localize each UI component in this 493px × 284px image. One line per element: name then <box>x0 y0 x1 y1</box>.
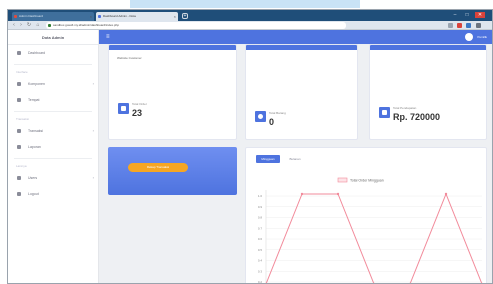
sidebar-brand[interactable]: Dota Admin <box>8 30 98 45</box>
close-window-icon[interactable]: ✕ <box>475 12 485 18</box>
tab-mingguan[interactable]: Mingguan <box>256 155 280 163</box>
map-icon <box>17 98 21 102</box>
box-icon <box>255 111 266 122</box>
sidebar-item-tempat[interactable]: Tempat <box>8 92 98 108</box>
order-line-chart: Total Order Mingguan 1.0 0.9 0.8 0.7 0.6 0.5 0.… <box>258 177 483 284</box>
cart-icon <box>118 103 129 114</box>
sidebar-heading: Transaksi <box>16 117 29 121</box>
favicon-icon <box>98 15 101 18</box>
y-tick-label: 0.6 <box>258 237 263 241</box>
y-tick-label: 0.9 <box>258 205 263 209</box>
data-point <box>336 192 340 196</box>
tab-label: Dashboard Admin - Dota <box>103 14 136 18</box>
card-accent <box>109 45 236 50</box>
tab-label: Admin Dashboard <box>19 14 44 18</box>
close-tab-icon[interactable]: × <box>174 12 176 21</box>
y-tick-label: 0.8 <box>258 216 263 220</box>
stat-card-pendapatan: Total Pendapatan Rp. 720000 <box>369 44 487 140</box>
screenshot-caption <box>130 0 360 8</box>
sidebar-heading: Interface <box>16 70 28 74</box>
home-icon[interactable]: ⌂ <box>35 22 41 28</box>
sidebar-item-logout[interactable]: Logout <box>8 186 98 202</box>
stat-value: Rp. 720000 <box>393 112 441 122</box>
chart-card: Mingguan Bulanan Total Order Mingguan 1.0… <box>245 147 487 284</box>
sidebar-item-label: Users <box>28 176 38 180</box>
maximize-icon[interactable]: □ <box>462 12 472 18</box>
stat-label: Total Barang <box>269 111 286 115</box>
stat-card-barang: Total Barang 0 <box>245 44 358 140</box>
browser-tab[interactable]: Admin Dashboard × <box>12 12 94 21</box>
sidebar-item-label: Transaksi <box>28 129 44 133</box>
browser-window: Admin Dashboard × Dashboard Admin - Dota… <box>7 9 493 284</box>
sidebar-item-label: Tempat <box>28 98 40 102</box>
data-point <box>300 192 304 196</box>
chevron-right-icon: › <box>92 81 94 86</box>
data-point <box>444 192 448 196</box>
dollar-icon <box>379 107 390 118</box>
app-topbar: ≡ Pemilik <box>99 30 492 44</box>
avatar[interactable] <box>465 33 473 41</box>
extension-icon[interactable] <box>466 23 471 28</box>
rekap-button[interactable]: Rekap Transaksi <box>128 163 188 172</box>
sidebar-item-label: Dashboard <box>28 51 46 55</box>
chevron-right-icon: › <box>92 175 94 180</box>
sidebar-item-label: Komponen <box>28 82 45 86</box>
chevron-right-icon: › <box>92 128 94 133</box>
legend-swatch <box>337 177 348 183</box>
sidebar-item-label: Laporan <box>28 145 41 149</box>
sidebar-item-dashboard[interactable]: Dashboard <box>8 45 98 61</box>
star-icon[interactable] <box>448 23 453 28</box>
exchange-icon <box>17 129 21 133</box>
sidebar-item-label: Logout <box>28 192 39 196</box>
close-tab-icon[interactable]: × <box>90 12 92 21</box>
favicon-icon <box>14 15 17 18</box>
stat-label: Total Order <box>132 102 147 106</box>
browser-tab-active[interactable]: Dashboard Admin - Dota × <box>96 12 178 21</box>
extension-icon[interactable] <box>457 23 462 28</box>
sidebar-heading: Lainnya <box>16 164 27 168</box>
promo-card: Rekap Transaksi <box>108 147 237 195</box>
minimize-icon[interactable]: – <box>450 12 460 18</box>
y-tick-label: 0.4 <box>258 259 263 263</box>
sidebar: Dota Admin Dashboard Interface Komponen … <box>8 30 99 283</box>
y-tick-label: 0.7 <box>258 226 263 230</box>
card-accent <box>370 45 486 50</box>
stat-card-order: Website Customer Total Order 23 <box>108 44 237 140</box>
y-tick-label: 0.3 <box>258 269 263 273</box>
new-tab-button[interactable]: + <box>182 13 188 19</box>
tab-bulanan[interactable]: Bulanan <box>283 155 307 163</box>
legend-label: Total Order Mingguan <box>350 179 384 183</box>
card-accent <box>246 45 357 50</box>
sidebar-item-transaksi[interactable]: Transaksi › <box>8 123 98 139</box>
reload-icon[interactable]: ↻ <box>26 22 32 28</box>
cog-icon <box>17 82 21 86</box>
user-name[interactable]: Pemilik <box>477 35 487 39</box>
forward-icon[interactable]: › <box>18 22 24 28</box>
tab-bar: Admin Dashboard × Dashboard Admin - Dota… <box>8 10 492 21</box>
lock-icon <box>48 24 51 27</box>
sidebar-item-komponen[interactable]: Komponen › <box>8 76 98 92</box>
menu-icon[interactable] <box>476 23 481 28</box>
y-tick-label: 0.5 <box>258 248 263 252</box>
stat-value: 0 <box>269 117 275 127</box>
logout-icon <box>17 192 21 196</box>
report-icon <box>17 145 21 149</box>
sidebar-item-users[interactable]: Users › <box>8 170 98 186</box>
y-tick-label: 0.2 <box>258 280 263 284</box>
users-icon <box>17 176 21 180</box>
card-title: Website Customer <box>117 56 142 60</box>
hamburger-icon[interactable]: ≡ <box>106 34 110 40</box>
stat-label: Total Pendapatan <box>393 106 417 110</box>
sidebar-item-laporan[interactable]: Laporan <box>8 139 98 155</box>
back-icon[interactable]: ‹ <box>11 22 17 28</box>
browser-toolbar: ‹ › ↻ ⌂ sandbox.gosoft.my.id/admin/dashb… <box>8 21 492 30</box>
address-bar[interactable]: sandbox.gosoft.my.id/admin/dashboard/ind… <box>46 22 346 29</box>
url-text: sandbox.gosoft.my.id/admin/dashboard/ind… <box>53 23 119 27</box>
stat-value: 23 <box>132 108 143 118</box>
gauge-icon <box>17 51 21 55</box>
top-strip <box>0 0 493 9</box>
y-tick-label: 1.0 <box>258 194 263 198</box>
